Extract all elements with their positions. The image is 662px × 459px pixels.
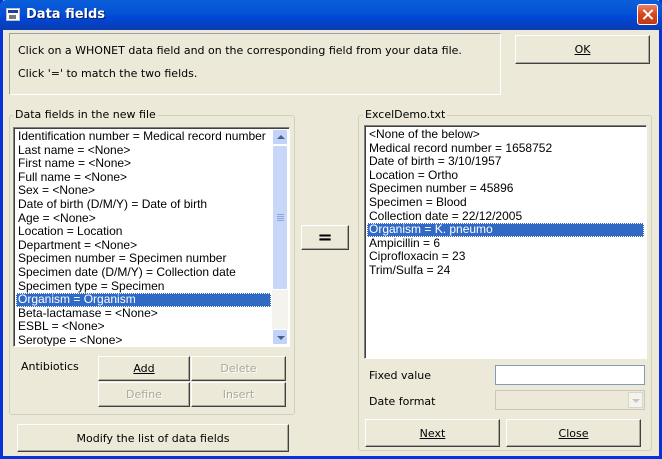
new-file-field-list-item[interactable]: Department = <None>: [16, 238, 271, 253]
delete-button[interactable]: Delete: [191, 356, 286, 381]
date-format-label: Date format: [369, 395, 436, 408]
modify-data-fields-button[interactable]: Modify the list of data fields: [17, 424, 289, 452]
antibiotics-label: Antibiotics: [21, 360, 79, 373]
scroll-thumb[interactable]: [272, 145, 288, 290]
define-button-label: Define: [126, 388, 162, 401]
source-file-field-list-item[interactable]: Location = Ortho: [367, 168, 644, 183]
match-fields-label: =: [317, 227, 333, 248]
insert-button[interactable]: Insert: [191, 382, 286, 407]
source-file-field-list-item[interactable]: Specimen = Blood: [367, 195, 644, 210]
new-file-field-list-item[interactable]: Full name = <None>: [16, 170, 271, 185]
source-file-field-list-item[interactable]: Trim/Sulfa = 24: [367, 263, 644, 278]
delete-button-label: Delete: [220, 362, 257, 375]
insert-button-label: Insert: [222, 388, 255, 401]
new-file-field-list-item[interactable]: Serotype = <None>: [16, 333, 271, 346]
instructions-panel: Click on a WHONET data field and on the …: [9, 33, 501, 95]
source-file-field-list-item[interactable]: Organism = K. pneumo: [367, 223, 644, 237]
ok-button-label: OK: [574, 43, 591, 56]
new-file-field-list-item[interactable]: Age = <None>: [16, 211, 271, 226]
source-file-field-list-item[interactable]: Ciprofloxacin = 23: [367, 250, 644, 264]
add-button[interactable]: Add: [98, 356, 190, 381]
modify-data-fields-label: Modify the list of data fields: [76, 431, 230, 445]
new-file-field-list-item[interactable]: Date of birth (D/M/Y) = Date of birth: [16, 197, 271, 212]
source-file-field-list-item[interactable]: Ampicillin = 6: [367, 236, 644, 251]
scroll-down-icon[interactable]: [272, 329, 288, 345]
fixed-value-label: Fixed value: [369, 369, 432, 382]
new-file-field-list-item[interactable]: Specimen date (D/M/Y) = Collection date: [16, 265, 271, 280]
define-button[interactable]: Define: [98, 382, 190, 407]
new-file-fields-label: Data fields in the new file: [13, 108, 158, 121]
new-file-field-list-item[interactable]: Last name = <None>: [16, 143, 271, 158]
next-button-label: Next: [419, 426, 446, 440]
instruction-line-2: Click '=' to match the two fields.: [18, 67, 198, 80]
new-file-field-list-item[interactable]: Identification number = Medical record n…: [16, 129, 271, 144]
source-file-field-list-item[interactable]: Medical record number = 1658752: [367, 141, 644, 156]
new-file-field-list-item[interactable]: First name = <None>: [16, 157, 271, 171]
new-file-field-list-item[interactable]: Sex = <None>: [16, 184, 271, 198]
window-title: Data fields: [26, 7, 106, 22]
ok-button[interactable]: OK: [515, 35, 650, 64]
new-file-field-list-item[interactable]: ESBL = <None>: [16, 320, 271, 334]
close-button[interactable]: Close: [506, 419, 641, 447]
scroll-up-icon[interactable]: [272, 129, 288, 145]
next-button[interactable]: Next: [365, 419, 500, 447]
source-file-field-list-item[interactable]: Date of birth = 3/10/1957: [367, 155, 644, 169]
new-file-field-list-item[interactable]: Specimen number = Specimen number: [16, 252, 271, 266]
source-file-field-list-item[interactable]: Collection date = 22/12/2005: [367, 209, 644, 224]
close-window-icon[interactable]: [637, 4, 658, 25]
instruction-line-1: Click on a WHONET data field and on the …: [18, 44, 462, 57]
source-file-fields-list[interactable]: <None of the below> Medical record number…: [364, 125, 647, 359]
source-file-field-list-item[interactable]: Specimen number = 45896: [367, 182, 644, 196]
source-file-field-list-item[interactable]: <None of the below>: [367, 127, 644, 142]
close-button-label: Close: [558, 426, 589, 440]
new-file-field-list-item[interactable]: Beta-lactamase = <None>: [16, 306, 271, 321]
date-format-select[interactable]: [495, 390, 645, 410]
new-file-fields-scrollbar[interactable]: [272, 129, 288, 345]
source-file-label: ExcelDemo.txt: [363, 108, 448, 121]
fixed-value-input[interactable]: [495, 365, 645, 385]
title-bar[interactable]: Data fields: [0, 0, 662, 30]
new-file-fields-items: Identification number = Medical record n…: [16, 129, 271, 346]
new-file-field-list-item[interactable]: Location = Location: [16, 225, 271, 239]
app-icon: [6, 8, 20, 21]
new-file-fields-list[interactable]: Identification number = Medical record n…: [13, 127, 290, 347]
chevron-down-icon[interactable]: [628, 392, 643, 408]
match-fields-button[interactable]: =: [301, 225, 349, 250]
add-button-label: Add: [133, 362, 155, 375]
data-fields-dialog: Data fields Click on a WHONET data field…: [0, 0, 662, 459]
new-file-field-list-item[interactable]: Specimen type = Specimen: [16, 279, 271, 294]
source-file-fields-items: <None of the below> Medical record number…: [367, 127, 644, 278]
new-file-field-list-item[interactable]: Organism = Organism: [16, 293, 271, 307]
